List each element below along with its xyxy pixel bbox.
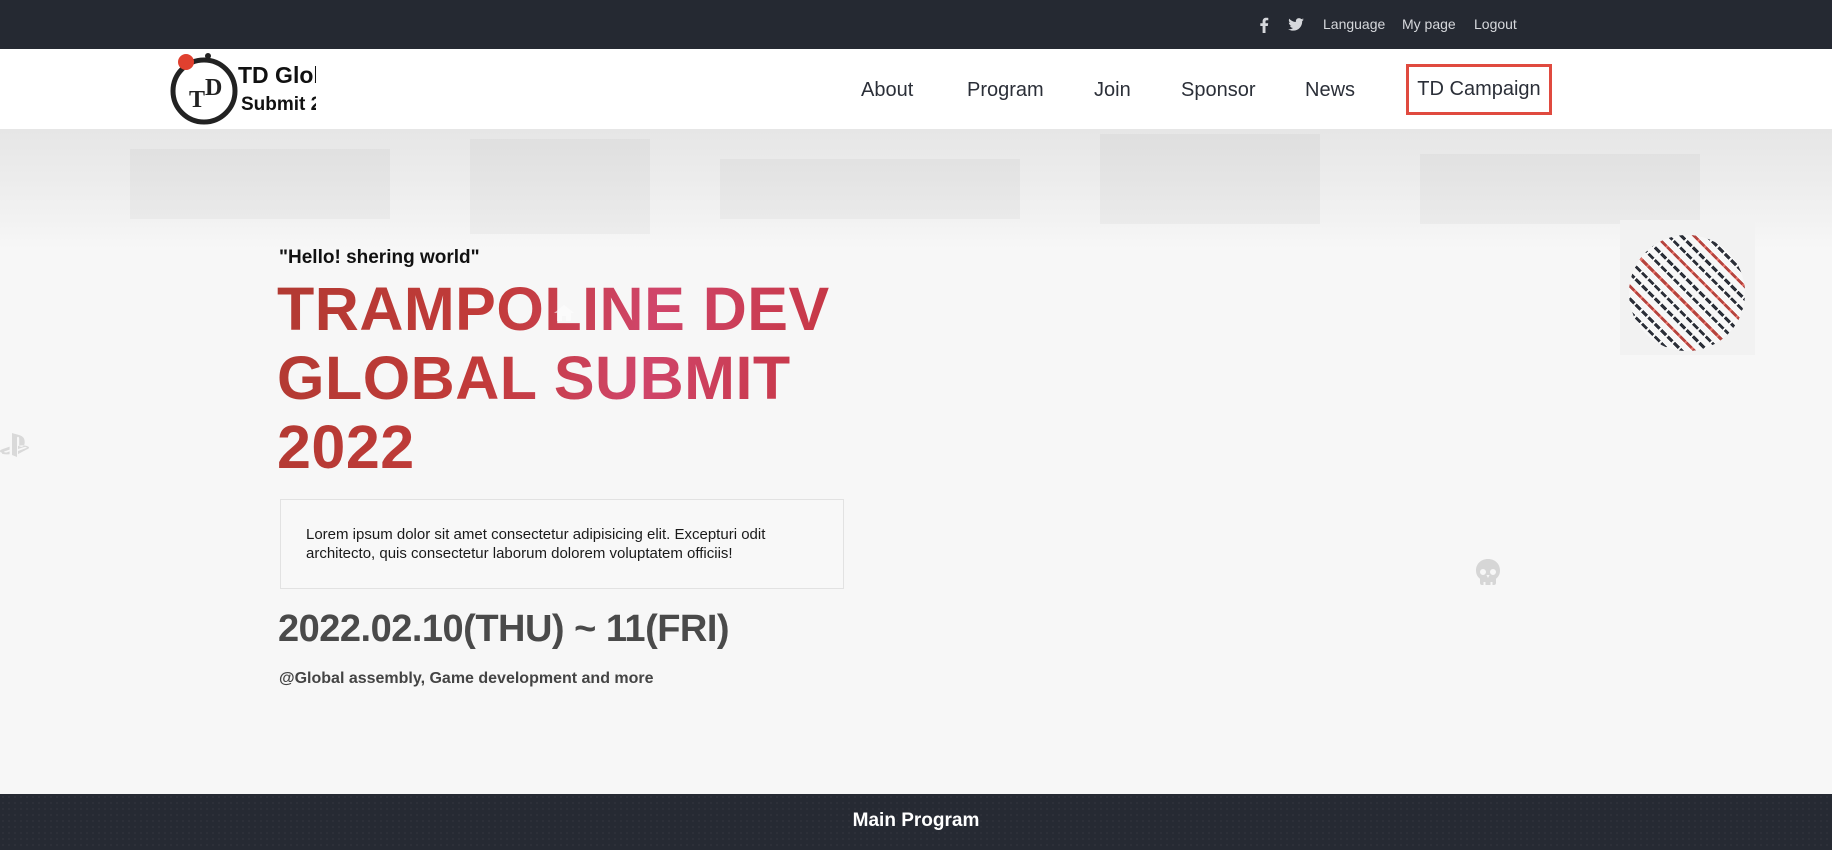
- logo-text-line2: Submit 2022: [241, 94, 316, 115]
- event-venue: @Global assembly, Game development and m…: [279, 670, 654, 687]
- svg-text:D: D: [205, 75, 222, 101]
- svg-text:T: T: [189, 87, 205, 113]
- language-link[interactable]: Language: [1323, 16, 1385, 32]
- top-bar: Language My page Logout: [0, 0, 1832, 49]
- main-program-title: Main Program: [852, 810, 980, 831]
- hero-section: [0, 129, 1832, 794]
- playstation-icon: [0, 432, 34, 463]
- hero-description: Lorem ipsum dolor sit amet consectetur a…: [306, 526, 766, 562]
- nav-sponsor[interactable]: Sponsor: [1181, 79, 1256, 102]
- hero-title-line-3: 2022: [277, 413, 415, 481]
- event-date: 2022.02.10(THU) ~ 11(FRI): [278, 608, 730, 650]
- twitter-icon[interactable]: [1288, 0, 1304, 49]
- facebook-icon[interactable]: [1259, 0, 1269, 49]
- skull-icon: [1473, 558, 1503, 593]
- nav-news[interactable]: News: [1305, 79, 1355, 102]
- nav-about[interactable]: About: [861, 79, 913, 102]
- hero-title-line-1: TRAMPOLINE DEV: [277, 275, 830, 343]
- logo-text-line1: TD Global: [238, 62, 316, 88]
- home-icon: [553, 304, 575, 327]
- hero-tagline: "Hello! shering world": [279, 247, 480, 268]
- logo[interactable]: T D TD Global Submit 2022: [168, 53, 353, 125]
- logout-link[interactable]: Logout: [1474, 16, 1517, 32]
- pattern-circle: [1629, 235, 1745, 351]
- hero-title-line-2: GLOBAL SUBMIT: [277, 344, 791, 412]
- hero-title: TRAMPOLINE DEV GLOBAL SUBMIT 2022: [277, 275, 877, 482]
- nav-program[interactable]: Program: [967, 79, 1044, 102]
- mypage-link[interactable]: My page: [1402, 16, 1456, 32]
- hero-background: [0, 129, 1832, 249]
- nav-td-campaign[interactable]: TD Campaign: [1406, 64, 1552, 115]
- nav-td-campaign-label: TD Campaign: [1417, 78, 1541, 100]
- nav-join[interactable]: Join: [1094, 79, 1131, 102]
